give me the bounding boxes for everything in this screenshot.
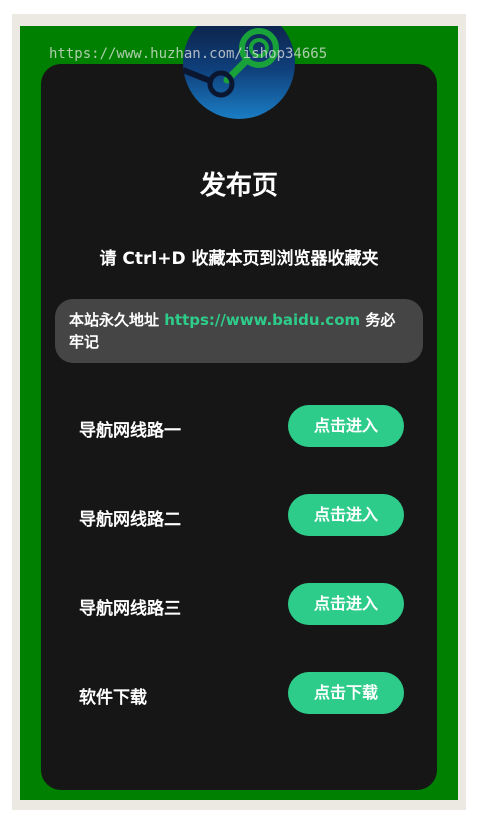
watermark-text: https://www.huzhan.com/ishop34665 <box>49 46 328 62</box>
download-label: 软件下载 <box>79 688 147 708</box>
bookmark-tip: 请 Ctrl+D 收藏本页到浏览器收藏夹 <box>99 249 379 269</box>
route-1-enter-button[interactable]: 点击进入 <box>288 405 404 447</box>
route-row-2: 导航网线路二 点击进入 <box>41 494 437 538</box>
route-3-enter-button[interactable]: 点击进入 <box>288 583 404 625</box>
steam-logo-icon <box>183 26 295 120</box>
route-label-1: 导航网线路一 <box>79 421 181 441</box>
permanent-url-link[interactable]: https://www.baidu.com <box>164 311 360 329</box>
permanent-address-notice: 本站永久地址 https://www.baidu.com 务必牢记 <box>55 299 423 363</box>
route-row-3: 导航网线路三 点击进入 <box>41 583 437 627</box>
route-2-enter-button[interactable]: 点击进入 <box>288 494 404 536</box>
route-row-1: 导航网线路一 点击进入 <box>41 405 437 449</box>
main-card: 发布页 请 Ctrl+D 收藏本页到浏览器收藏夹 本站永久地址 https://… <box>41 64 437 790</box>
page-title: 发布页 <box>199 171 278 201</box>
notice-prefix: 本站永久地址 <box>69 311 165 329</box>
route-label-2: 导航网线路二 <box>79 510 181 530</box>
download-row: 软件下载 点击下载 <box>41 672 437 716</box>
download-button[interactable]: 点击下载 <box>288 672 404 714</box>
route-label-3: 导航网线路三 <box>79 599 181 619</box>
